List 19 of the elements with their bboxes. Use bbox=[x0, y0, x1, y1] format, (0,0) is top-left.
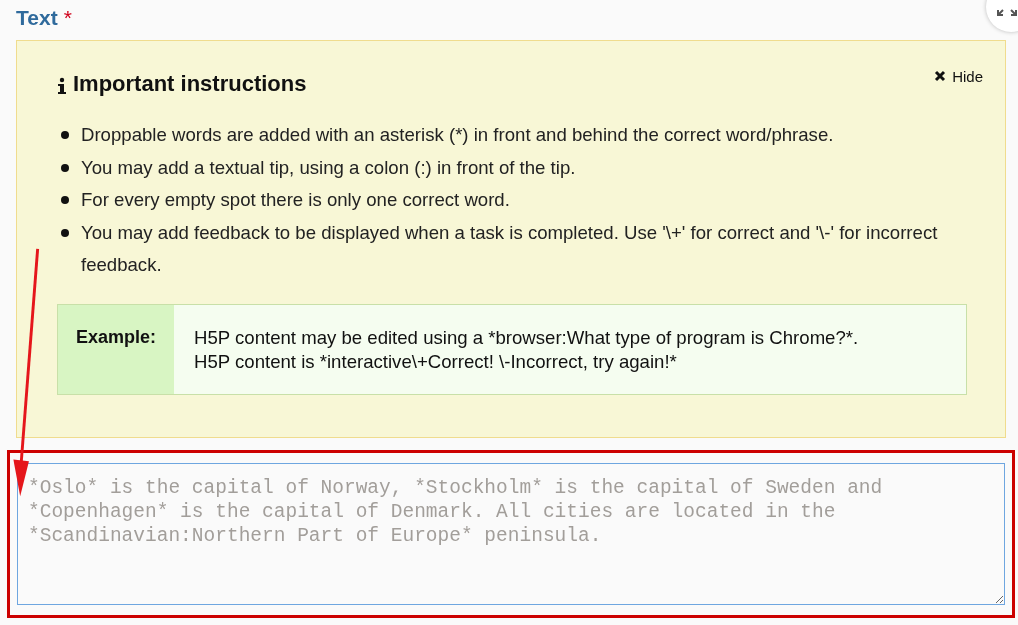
instruction-item: For every empty spot there is only one correct word. bbox=[81, 188, 510, 212]
instructions-title: Important instructions bbox=[73, 71, 307, 97]
info-icon bbox=[57, 76, 67, 95]
example-text: H5P content may be edited using a *browser:What type of program is Chrome?*. bbox=[194, 326, 859, 349]
bullet-icon bbox=[61, 196, 69, 204]
instruction-item: Droppable words are added with an asterisk (*) in front and behind the correct word/phrase. bbox=[81, 123, 834, 147]
bullet-icon bbox=[61, 131, 69, 139]
required-mark: * bbox=[63, 6, 72, 30]
field-label: Text bbox=[16, 6, 58, 30]
close-icon bbox=[934, 70, 947, 82]
example-text: H5P content is *interactive\+Correct! \-Incorrect, try again!* bbox=[194, 350, 678, 373]
example-label: Example: bbox=[58, 304, 174, 394]
bullet-icon bbox=[61, 228, 69, 237]
instruction-item: You may add feedback to be displayed when a task is completed. Use '\+' for correct and '\-' for incorrect feedback. bbox=[81, 220, 939, 277]
hide-button[interactable]: Hide bbox=[934, 67, 983, 85]
fullscreen-icon bbox=[997, 9, 1017, 16]
bullet-icon bbox=[61, 163, 69, 172]
instruction-item: You may add a textual tip, using a colon (:) in front of the tip. bbox=[81, 155, 576, 180]
text-input-field[interactable]: *Oslo* is the capital of Norway, *Stockholm* is the capital of Sweden and *Copenhagen* is the capital of Denmark. All cities are located in the *Scandinavian:Northern Part of Europe* peninsula. bbox=[17, 463, 1005, 605]
